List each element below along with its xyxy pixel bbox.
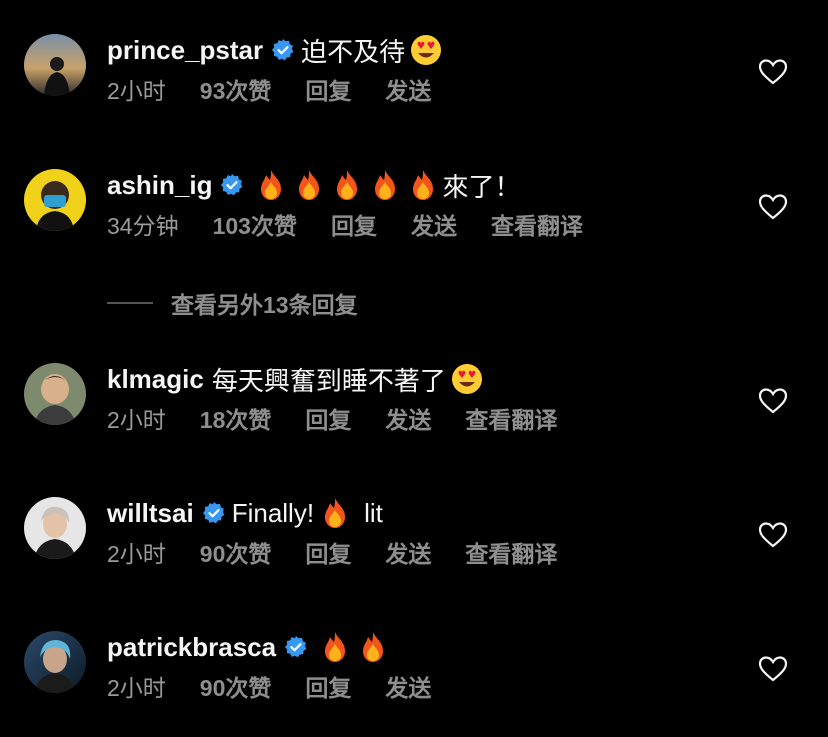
comment-text: 每天興奮到睡不著了 (211, 365, 446, 396)
comment-header: klmagic 每天興奮到睡不著了 (107, 359, 484, 399)
reply-button[interactable]: 回复 (331, 207, 377, 241)
avatar-prince-pstar[interactable] (24, 34, 86, 96)
like-heart-icon[interactable] (758, 387, 788, 415)
fire-emoji-icon (356, 630, 390, 664)
comment-time: 34分钟 (107, 213, 179, 239)
fire-emoji-icon (330, 168, 364, 202)
like-heart-icon[interactable] (758, 521, 788, 549)
verified-badge-icon (220, 173, 244, 197)
username[interactable]: klmagic (107, 364, 204, 395)
fire-emoji-icon (292, 168, 326, 202)
likes-count[interactable]: 18次赞 (200, 401, 272, 435)
reply-button[interactable]: 回复 (305, 401, 351, 435)
avatar-patrickbrasca[interactable] (24, 631, 86, 693)
reply-button[interactable]: 回复 (305, 72, 351, 106)
avatar-image (24, 363, 86, 425)
verified-badge-icon (202, 501, 226, 525)
fire-emoji-icon (406, 168, 440, 202)
avatar-image (24, 497, 86, 559)
send-button[interactable]: 发送 (411, 207, 457, 241)
verified-badge-icon (284, 635, 308, 659)
comment-item: ashin_ig 來了！ 34分钟 103次赞 回复 发送 查看翻译 (0, 165, 828, 275)
translate-button[interactable]: 查看翻译 (491, 207, 583, 241)
avatar-image (24, 169, 86, 231)
translate-button[interactable]: 查看翻译 (465, 535, 557, 569)
likes-count[interactable]: 90次赞 (200, 669, 272, 703)
send-button[interactable]: 发送 (385, 535, 431, 569)
comment-text: 來了！ (442, 171, 521, 202)
avatar-klmagic[interactable] (24, 363, 86, 425)
avatar-image (24, 34, 86, 96)
username[interactable]: ashin_ig (107, 170, 212, 201)
comment-item: patrickbrasca 2小时 90次赞 回复 发送 (0, 627, 828, 737)
username[interactable]: willtsai (107, 498, 194, 529)
likes-count[interactable]: 103次赞 (213, 207, 297, 241)
fire-emoji-icon (254, 168, 288, 202)
comment-time: 2小时 (107, 541, 166, 567)
comment-text: 迫不及待 (301, 36, 406, 67)
username[interactable]: prince_pstar (107, 35, 263, 66)
send-button[interactable]: 发送 (385, 401, 431, 435)
translate-button[interactable]: 查看翻译 (465, 401, 557, 435)
comment-actions: 2小时 90次赞 回复 发送 (107, 671, 465, 701)
send-button[interactable]: 发送 (385, 669, 431, 703)
fire-emoji-icon (318, 630, 352, 664)
like-heart-icon[interactable] (758, 655, 788, 683)
send-button[interactable]: 发送 (385, 72, 431, 106)
avatar-image (24, 631, 86, 693)
comment-item: klmagic 每天興奮到睡不著了 2小时 18次赞 回复 发送 查看翻译 (0, 359, 828, 469)
replies-divider (107, 302, 153, 304)
avatar-willtsai[interactable] (24, 497, 86, 559)
comment-actions: 2小时 93次赞 回复 发送 (107, 74, 465, 104)
view-more-replies[interactable]: 查看另外13条回复 (107, 288, 358, 318)
view-more-replies-label[interactable]: 查看另外13条回复 (171, 286, 358, 320)
like-heart-icon[interactable] (758, 193, 788, 221)
comment-actions: 34分钟 103次赞 回复 发送 查看翻译 (107, 209, 617, 239)
fire-emoji-icon (368, 168, 402, 202)
heart-eyes-emoji-icon (450, 362, 484, 396)
like-heart-icon[interactable] (758, 58, 788, 86)
username[interactable]: patrickbrasca (107, 632, 276, 663)
comment-text: Finally! (231, 497, 315, 528)
avatar-ashin-ig[interactable] (24, 169, 86, 231)
comment-header: ashin_ig 來了！ (107, 165, 521, 205)
comment-time: 2小时 (107, 78, 166, 104)
comment-actions: 2小时 90次赞 回复 发送 查看翻译 (107, 537, 591, 567)
reply-button[interactable]: 回复 (305, 669, 351, 703)
heart-eyes-emoji-icon (409, 33, 443, 67)
reply-button[interactable]: 回复 (305, 535, 351, 569)
comment-time: 2小时 (107, 675, 166, 701)
comment-header: prince_pstar 迫不及待 (107, 30, 443, 70)
likes-count[interactable]: 93次赞 (200, 72, 272, 106)
verified-badge-icon (271, 38, 295, 62)
comment-header: patrickbrasca (107, 627, 390, 667)
comment-actions: 2小时 18次赞 回复 发送 查看翻译 (107, 403, 591, 433)
comment-time: 2小时 (107, 407, 166, 433)
fire-emoji-icon (318, 496, 352, 530)
likes-count[interactable]: 90次赞 (200, 535, 272, 569)
comment-item: willtsai Finally! lit 2小时 90次赞 回复 发送 查看翻… (0, 493, 828, 603)
comment-header: willtsai Finally! lit (107, 493, 383, 533)
comment-text-suffix: lit (364, 497, 383, 528)
comment-item: prince_pstar 迫不及待 2小时 93次赞 回复 发送 (0, 30, 828, 140)
